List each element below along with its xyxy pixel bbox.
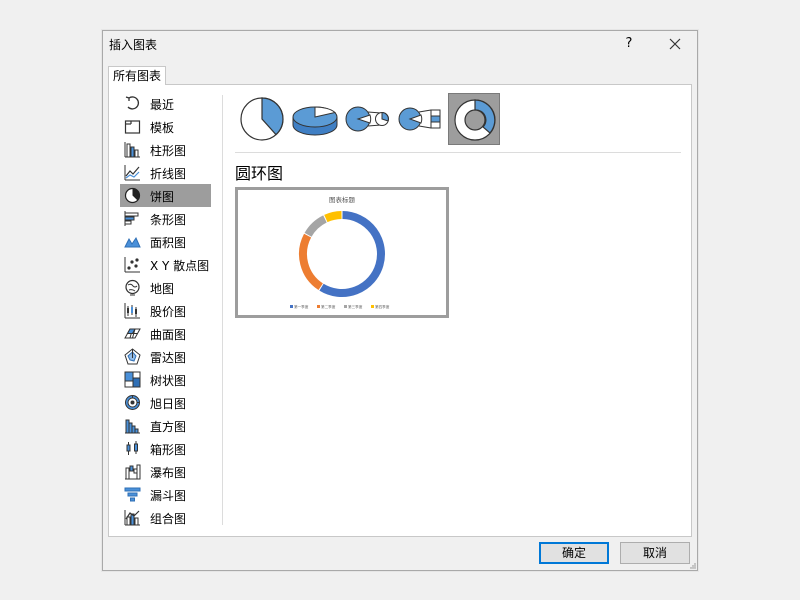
chart-type-list: 最近 模板 柱形图 折线图 饼图 条形图 面积图 X Y 散点图 地图 股价图 … bbox=[120, 92, 212, 529]
sunburst-chart-icon bbox=[125, 395, 140, 410]
template-icon bbox=[124, 120, 141, 134]
map-chart-icon bbox=[125, 279, 140, 296]
legend-marker-3 bbox=[344, 305, 347, 308]
sidebar-item-area[interactable]: 面积图 bbox=[120, 230, 211, 253]
surface-chart-icon bbox=[124, 328, 141, 339]
doughnut-slice-4 bbox=[324, 211, 342, 223]
sidebar-item-label: 最近 bbox=[150, 98, 175, 112]
legend-marker-4 bbox=[371, 305, 374, 308]
pie-icon bbox=[240, 97, 284, 141]
chart-title: 图表标题 bbox=[329, 195, 356, 204]
cancel-button[interactable]: 取消 bbox=[620, 542, 690, 564]
insert-chart-dialog: 插入图表 ? 所有图表 最近 模板 柱形图 折线图 饼图 条形图 面积图 X Y… bbox=[102, 30, 698, 571]
gallery-divider bbox=[235, 152, 681, 153]
sidebar-item-label: 树状图 bbox=[150, 374, 187, 388]
3d-pie-icon bbox=[292, 106, 338, 136]
sidebar-item-scatter[interactable]: X Y 散点图 bbox=[120, 253, 211, 276]
legend-marker-2 bbox=[317, 305, 320, 308]
sidebar-item-label: X Y 散点图 bbox=[150, 259, 210, 273]
histogram-chart-icon bbox=[125, 419, 140, 434]
sidebar-item-label: 折线图 bbox=[150, 167, 187, 181]
sidebar-item-sunburst[interactable]: 旭日图 bbox=[120, 391, 211, 414]
pie-of-pie-icon bbox=[345, 106, 389, 132]
doughnut-chart: 图表标题 第一季度 第二季度 第三季度 第四季度 bbox=[290, 195, 390, 309]
sidebar-item-label: 饼图 bbox=[150, 190, 175, 204]
dialog-title: 插入图表 bbox=[109, 38, 158, 52]
sidebar-item-histogram[interactable]: 直方图 bbox=[120, 414, 211, 437]
radar-chart-icon bbox=[124, 348, 141, 365]
recent-icon bbox=[125, 96, 140, 110]
sidebar-item-label: 地图 bbox=[150, 282, 175, 296]
line-chart-icon bbox=[124, 165, 140, 181]
sidebar-item-map[interactable]: 地图 bbox=[120, 276, 211, 299]
doughnut-slice-1 bbox=[319, 211, 385, 297]
box-whisker-chart-icon bbox=[126, 441, 138, 455]
tab-all-charts[interactable]: 所有图表 bbox=[108, 66, 166, 85]
close-icon bbox=[669, 38, 681, 50]
sidebar-item-label: 瀑布图 bbox=[150, 466, 187, 480]
sidebar-item-treemap[interactable]: 树状图 bbox=[120, 368, 211, 391]
legend-label-4: 第四季度 bbox=[375, 304, 390, 309]
doughnut-icon bbox=[454, 99, 496, 141]
sidebar-item-box-whisker[interactable]: 箱形图 bbox=[120, 437, 211, 460]
subtype-3d-pie[interactable] bbox=[289, 93, 341, 145]
ok-button[interactable]: 确定 bbox=[539, 542, 609, 564]
doughnut-slice-2 bbox=[299, 233, 324, 291]
sidebar-item-pie[interactable]: 饼图 bbox=[120, 184, 211, 207]
chart-panel: 最近 模板 柱形图 折线图 饼图 条形图 面积图 X Y 散点图 地图 股价图 … bbox=[108, 84, 692, 537]
sidebar-item-recent[interactable]: 最近 bbox=[120, 92, 211, 115]
combo-chart-icon bbox=[124, 510, 140, 526]
sidebar-item-line[interactable]: 折线图 bbox=[120, 161, 211, 184]
sidebar-item-label: 雷达图 bbox=[150, 351, 187, 365]
sidebar-item-template[interactable]: 模板 bbox=[120, 115, 211, 138]
sidebar-item-label: 旭日图 bbox=[150, 397, 187, 411]
area-chart-icon bbox=[124, 236, 141, 248]
subtype-pie[interactable] bbox=[236, 93, 288, 145]
chart-preview[interactable]: 图表标题 第一季度 第二季度 第三季度 第四季度 bbox=[235, 187, 449, 318]
sidebar-item-bar[interactable]: 条形图 bbox=[120, 207, 211, 230]
sidebar-item-label: 曲面图 bbox=[150, 328, 187, 342]
scatter-chart-icon bbox=[124, 257, 140, 273]
sidebar-item-label: 箱形图 bbox=[150, 443, 187, 457]
sidebar-item-label: 股价图 bbox=[150, 305, 187, 319]
resize-grip-icon[interactable] bbox=[688, 561, 696, 569]
bar-of-pie-icon bbox=[398, 107, 441, 131]
sidebar-item-label: 直方图 bbox=[150, 420, 187, 434]
sidebar-item-label: 漏斗图 bbox=[150, 489, 187, 503]
sidebar-item-label: 柱形图 bbox=[150, 144, 187, 158]
doughnut-slice-3 bbox=[304, 215, 327, 237]
legend-marker-1 bbox=[290, 305, 293, 308]
subtype-doughnut[interactable] bbox=[448, 93, 500, 145]
sidebar-item-label: 面积图 bbox=[150, 236, 187, 250]
funnel-chart-icon bbox=[124, 487, 141, 502]
help-button[interactable]: ? bbox=[618, 33, 640, 55]
bar-chart-icon bbox=[124, 211, 139, 226]
sidebar-item-label: 条形图 bbox=[150, 213, 187, 227]
sidebar-item-surface[interactable]: 曲面图 bbox=[120, 322, 211, 345]
sidebar-item-label: 模板 bbox=[150, 121, 175, 135]
treemap-chart-icon bbox=[124, 371, 141, 388]
subtype-bar-of-pie[interactable] bbox=[395, 93, 447, 145]
pie-chart-icon bbox=[124, 187, 141, 204]
legend-label-3: 第三季度 bbox=[348, 304, 363, 309]
subtype-title: 圆环图 bbox=[235, 164, 284, 183]
close-button[interactable] bbox=[663, 33, 687, 55]
waterfall-chart-icon bbox=[125, 464, 141, 480]
legend-label-2: 第二季度 bbox=[321, 304, 336, 309]
vertical-divider bbox=[222, 95, 223, 525]
legend-label-1: 第一季度 bbox=[294, 304, 309, 309]
stock-chart-icon bbox=[124, 303, 140, 319]
sidebar-item-combo[interactable]: 组合图 bbox=[120, 506, 211, 529]
sidebar-item-column[interactable]: 柱形图 bbox=[120, 138, 211, 161]
sidebar-item-stock[interactable]: 股价图 bbox=[120, 299, 211, 322]
sidebar-item-label: 组合图 bbox=[150, 512, 187, 526]
sidebar-item-radar[interactable]: 雷达图 bbox=[120, 345, 211, 368]
sidebar-item-funnel[interactable]: 漏斗图 bbox=[120, 483, 211, 506]
subtype-pie-of-pie[interactable] bbox=[342, 93, 394, 145]
column-chart-icon bbox=[124, 142, 140, 158]
sidebar-item-waterfall[interactable]: 瀑布图 bbox=[120, 460, 211, 483]
title-bar: 插入图表 ? bbox=[103, 31, 697, 57]
